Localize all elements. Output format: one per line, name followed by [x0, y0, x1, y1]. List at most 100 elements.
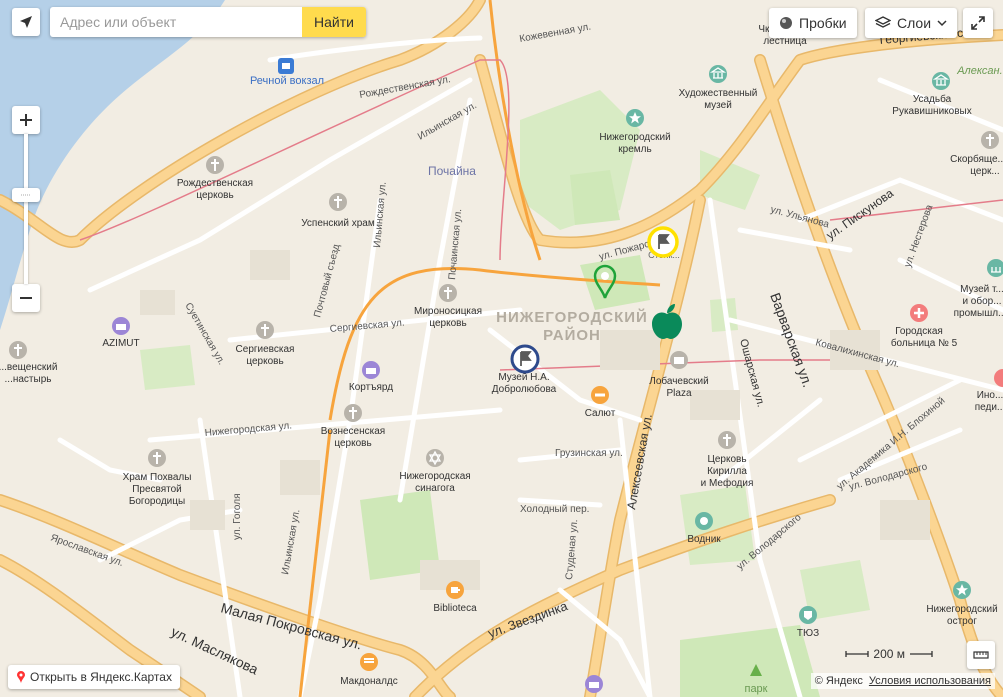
poi-label: Музей Н.А.	[498, 372, 549, 383]
poi-label: музей	[704, 100, 732, 111]
zoom-control	[12, 106, 40, 312]
poi-label: Plaza	[666, 388, 691, 399]
poi-label: Рождественская	[177, 178, 253, 189]
transit-icon	[278, 58, 294, 74]
poi-label: Лобачевский	[649, 375, 708, 387]
poi-label: Добролюбова	[492, 383, 557, 395]
poi-label: церковь	[429, 318, 466, 329]
layers-label: Слои	[897, 15, 932, 31]
zoom-slider-track[interactable]	[12, 134, 40, 284]
poi-label: Художественный	[679, 88, 758, 99]
church-icon	[718, 431, 736, 449]
hotel-icon	[585, 675, 603, 693]
poi-label: ...настырь	[5, 374, 52, 385]
geolocation-button[interactable]	[12, 8, 40, 36]
poi-label: Вознесенская	[321, 426, 385, 437]
ruler-button[interactable]	[967, 641, 995, 669]
cafe-icon	[446, 581, 464, 599]
hotel-icon	[362, 361, 380, 379]
poi-label: Мироносицкая	[414, 306, 482, 317]
landmark-star-icon	[626, 109, 644, 127]
church-icon	[148, 449, 166, 467]
zoom-out-button[interactable]	[12, 284, 40, 312]
poi-label: церковь	[334, 438, 371, 449]
marker-blue-flag[interactable]	[510, 344, 540, 374]
poi-label: Музей т...	[960, 284, 1003, 295]
poi-label: церк...	[970, 166, 999, 177]
poi-label: AZIMUT	[102, 338, 139, 349]
poi-label: Богородицы	[129, 496, 185, 507]
chevron-down-icon	[937, 20, 947, 27]
poi-label: церковь	[246, 356, 283, 367]
theatre-icon	[799, 606, 817, 624]
search-bar: Найти	[50, 7, 366, 37]
poi-label: Водник	[687, 534, 721, 545]
open-in-label: Открыть в Яндекс.Картах	[30, 670, 172, 684]
poi-label: Алексан...	[956, 65, 1003, 77]
landmark-star-icon	[953, 581, 971, 599]
poi-label: Речной вокзал	[250, 75, 324, 87]
traffic-icon	[780, 17, 792, 29]
poi-label: Макдоналдс	[340, 676, 398, 687]
open-in-yandex-maps-button[interactable]: Открыть в Яндекс.Картах	[8, 665, 180, 689]
map-scale: 200 м	[845, 647, 933, 661]
minus-icon	[20, 297, 32, 299]
shop-icon	[670, 351, 688, 369]
zoom-slider-handle[interactable]	[12, 188, 40, 202]
poi-label: ...вещенский	[0, 362, 57, 373]
poi-label: церковь	[196, 190, 233, 201]
street-label: ул. Гоголя	[232, 494, 243, 541]
layers-button[interactable]: Слои	[865, 8, 958, 38]
church-icon	[329, 193, 347, 211]
sport-icon	[695, 512, 713, 530]
copyright-text: © Яндекс	[814, 675, 863, 687]
poi-label: Храм Похвалы	[123, 472, 192, 483]
poi-label: острог	[947, 616, 977, 627]
poi-label: Biblioteca	[433, 603, 477, 614]
district-label-line2: РАЙОН	[543, 326, 601, 344]
hotel-icon	[112, 317, 130, 335]
fullscreen-button[interactable]	[963, 8, 993, 38]
poi-label: и обор...	[962, 295, 1001, 307]
copyright-bar: © Яндекс Условия использования	[810, 673, 995, 689]
street-label: Грузинская ул.	[555, 448, 623, 459]
hospital-icon	[910, 304, 928, 322]
poi-label: Почайна	[428, 164, 476, 178]
poi-label: ТЮЗ	[797, 628, 819, 639]
museum-icon	[709, 65, 727, 83]
map-canvas[interactable]: НИЖЕГОРОДСКИЙ РАЙОН Кожевенная ул. Рожде…	[0, 0, 1003, 697]
map-pin-icon	[17, 671, 25, 683]
search-button[interactable]: Найти	[302, 7, 366, 37]
church-icon	[439, 284, 457, 302]
poi-label: Нижегородская	[399, 471, 470, 482]
museum-icon	[932, 72, 950, 90]
poi-label: Сергиевская	[236, 344, 295, 355]
layers-icon	[875, 16, 891, 28]
traffic-button[interactable]: Пробки	[769, 8, 857, 38]
scale-label: 200 м	[873, 647, 905, 661]
church-icon	[206, 156, 224, 174]
scale-bar-icon	[845, 651, 870, 657]
poi-label: Скорбяще...	[950, 153, 1003, 165]
ruler-icon	[973, 651, 989, 659]
poi-label: Городская	[895, 326, 943, 337]
poi-label: Салют	[585, 408, 616, 419]
church-icon	[981, 131, 999, 149]
poi-label: парк	[744, 683, 767, 695]
grip-icon	[21, 194, 31, 196]
marker-yellow-flag[interactable]	[647, 226, 679, 258]
food-icon	[591, 386, 609, 404]
plus-icon	[20, 114, 32, 126]
poi-label: Ино...	[977, 390, 1003, 401]
search-input[interactable]	[50, 7, 302, 37]
zoom-in-button[interactable]	[12, 106, 40, 134]
poi-label: Усадьба	[913, 93, 952, 105]
church-icon	[9, 341, 27, 359]
location-arrow-icon	[20, 16, 32, 28]
poi-label: промышл...	[954, 308, 1003, 319]
poi-label: больница № 5	[891, 337, 958, 349]
poi-label: Кирилла	[707, 466, 747, 477]
district-label-line1: НИЖЕГОРОДСКИЙ	[496, 308, 648, 326]
poi-label: Успенский храм	[301, 218, 375, 229]
terms-link[interactable]: Условия использования	[869, 675, 991, 687]
